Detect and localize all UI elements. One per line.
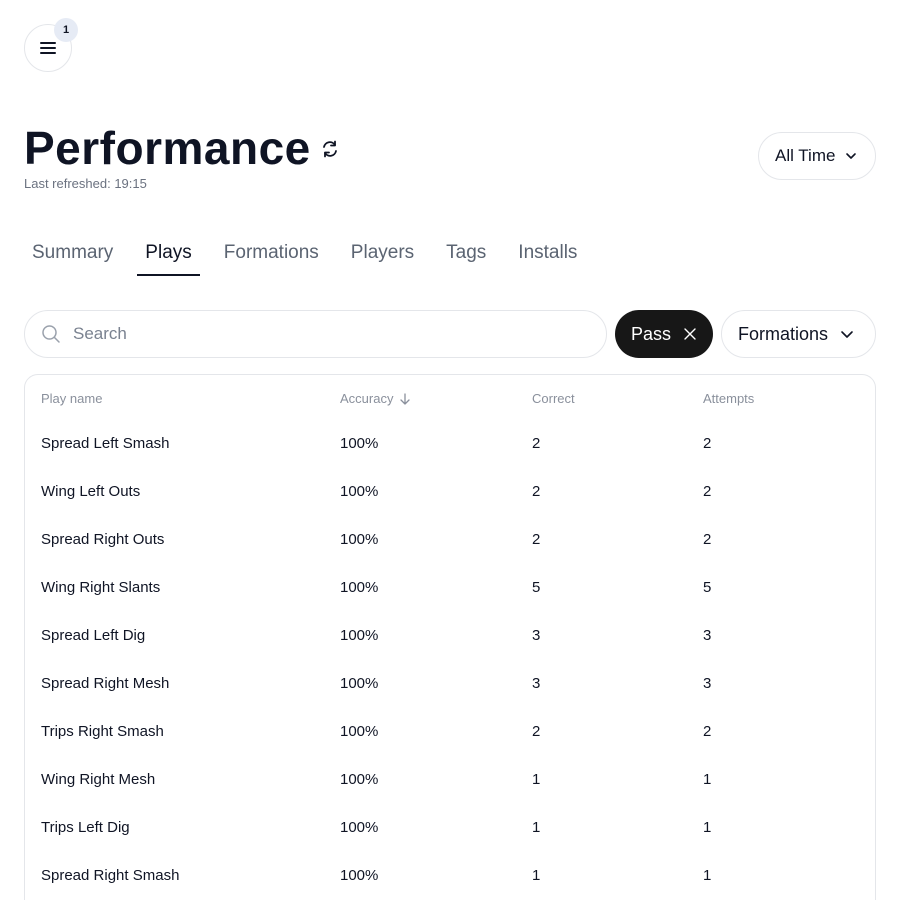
table-row[interactable]: Spread Left Dig 100% 3 3 xyxy=(25,613,875,661)
formations-filter-select[interactable]: Formations xyxy=(721,310,876,358)
table-row[interactable]: Spread Right Outs 100% 2 2 xyxy=(25,517,875,565)
chevron-down-icon xyxy=(841,331,853,338)
play-name-cell: Trips Right Smash xyxy=(41,723,164,740)
time-filter-label: All Time xyxy=(775,146,836,165)
accuracy-cell: 100% xyxy=(340,483,379,500)
correct-cell: 1 xyxy=(532,867,541,884)
attempts-cell: 1 xyxy=(703,867,712,884)
table-row[interactable]: Spread Right Smash 100% 1 1 xyxy=(25,853,875,900)
play-name-cell: Spread Right Mesh xyxy=(41,675,170,692)
search-input[interactable] xyxy=(73,324,553,344)
pass-filter-chip[interactable]: Pass xyxy=(615,310,713,358)
attempts-cell: 2 xyxy=(703,531,712,548)
header-correct[interactable]: Correct xyxy=(532,391,575,406)
accuracy-cell: 100% xyxy=(340,579,379,596)
notification-badge: 1 xyxy=(54,18,78,42)
accuracy-cell: 100% xyxy=(340,531,379,548)
table-row[interactable]: Spread Right Mesh 100% 3 3 xyxy=(25,661,875,709)
play-name-cell: Spread Left Dig xyxy=(41,627,146,644)
play-name-cell: Spread Right Outs xyxy=(41,531,165,548)
header-play-name[interactable]: Play name xyxy=(41,391,102,406)
chevron-down-icon xyxy=(846,153,857,159)
table-row[interactable]: Wing Left Outs 100% 2 2 xyxy=(25,469,875,517)
arrow-down-icon xyxy=(400,392,411,405)
attempts-cell: 1 xyxy=(703,771,712,788)
accuracy-cell: 100% xyxy=(340,819,379,836)
tab-formations[interactable]: Formations xyxy=(216,236,327,276)
attempts-cell: 3 xyxy=(703,675,712,692)
attempts-cell: 3 xyxy=(703,627,712,644)
attempts-cell: 5 xyxy=(703,579,712,596)
table-row[interactable]: Spread Left Smash 100% 2 2 xyxy=(25,421,875,469)
chip-label: Pass xyxy=(631,323,672,344)
accuracy-cell: 100% xyxy=(340,723,379,740)
correct-cell: 3 xyxy=(532,675,541,692)
header-accuracy-label: Accuracy xyxy=(340,391,394,406)
table-row[interactable]: Wing Right Slants 100% 5 5 xyxy=(25,565,875,613)
formations-filter-label: Formations xyxy=(738,323,829,344)
table-row[interactable]: Trips Left Dig 100% 1 1 xyxy=(25,805,875,853)
attempts-cell: 2 xyxy=(703,435,712,452)
correct-cell: 2 xyxy=(532,531,541,548)
tab-bar: Summary Plays Formations Players Tags In… xyxy=(24,236,601,276)
correct-cell: 5 xyxy=(532,579,541,596)
refresh-icon[interactable] xyxy=(320,139,340,159)
close-icon[interactable] xyxy=(683,327,697,341)
play-name-cell: Wing Right Slants xyxy=(41,579,161,596)
attempts-cell: 2 xyxy=(703,723,712,740)
tab-summary[interactable]: Summary xyxy=(24,236,121,276)
play-name-cell: Spread Right Smash xyxy=(41,867,180,884)
correct-cell: 2 xyxy=(532,723,541,740)
accuracy-cell: 100% xyxy=(340,675,379,692)
play-name-cell: Trips Left Dig xyxy=(41,819,130,836)
play-name-cell: Spread Left Smash xyxy=(41,435,170,452)
correct-cell: 3 xyxy=(532,627,541,644)
search-icon xyxy=(42,325,60,343)
time-filter-select[interactable]: All Time xyxy=(758,132,876,180)
play-name-cell: Wing Left Outs xyxy=(41,483,141,500)
header-accuracy[interactable]: Accuracy xyxy=(340,391,411,406)
correct-cell: 2 xyxy=(532,435,541,452)
accuracy-cell: 100% xyxy=(340,867,379,884)
hamburger-menu-icon xyxy=(40,42,56,54)
last-refreshed: Last refreshed: 19:15 xyxy=(24,176,147,191)
correct-cell: 2 xyxy=(532,483,541,500)
tab-installs[interactable]: Installs xyxy=(510,236,585,276)
header-attempts[interactable]: Attempts xyxy=(703,391,754,406)
correct-cell: 1 xyxy=(532,819,541,836)
correct-cell: 1 xyxy=(532,771,541,788)
tab-players[interactable]: Players xyxy=(343,236,422,276)
search-box xyxy=(24,310,607,358)
accuracy-cell: 100% xyxy=(340,771,379,788)
tab-plays[interactable]: Plays xyxy=(137,236,201,276)
table-row[interactable]: Wing Right Mesh 100% 1 1 xyxy=(25,757,875,805)
accuracy-cell: 100% xyxy=(340,435,379,452)
page-title: Performance xyxy=(24,122,311,174)
attempts-cell: 2 xyxy=(703,483,712,500)
plays-table: Play name Accuracy Correct Attempts Spre… xyxy=(24,374,876,900)
table-row[interactable]: Trips Right Smash 100% 2 2 xyxy=(25,709,875,757)
play-name-cell: Wing Right Mesh xyxy=(41,771,156,788)
tab-tags[interactable]: Tags xyxy=(438,236,494,276)
attempts-cell: 1 xyxy=(703,819,712,836)
accuracy-cell: 100% xyxy=(340,627,379,644)
